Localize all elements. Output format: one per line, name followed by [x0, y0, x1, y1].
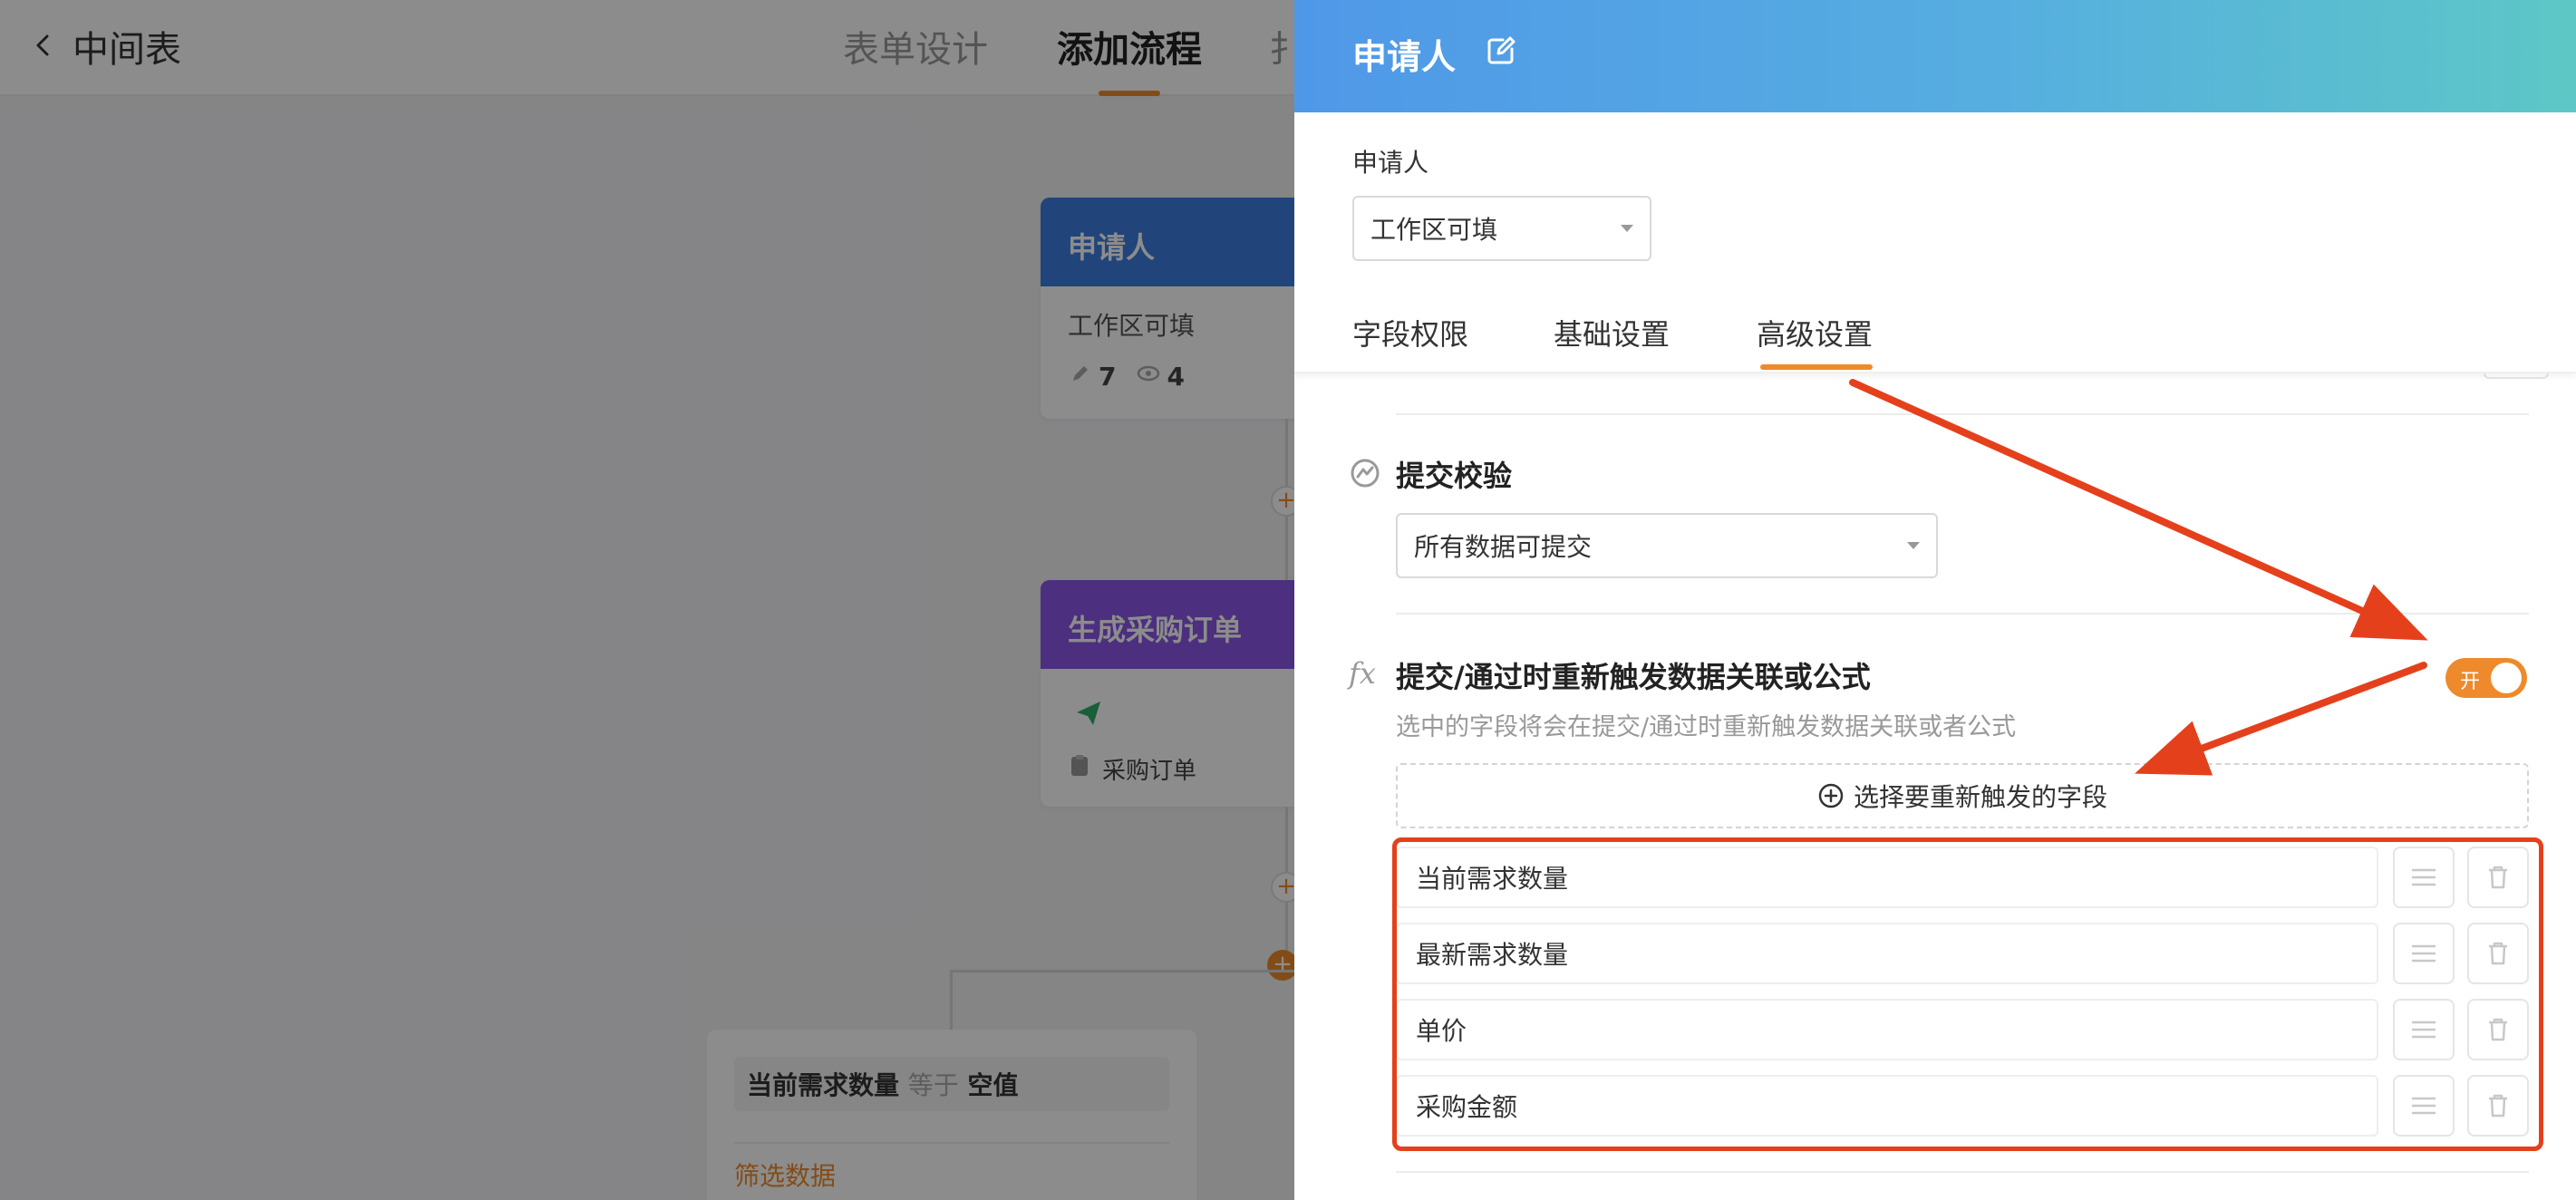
divider [1396, 613, 2529, 615]
drawer-title: 申请人 [1352, 37, 1457, 77]
drag-handle-icon[interactable] [2393, 847, 2455, 908]
drag-handle-icon[interactable] [2393, 923, 2455, 984]
divider [1396, 1171, 2529, 1173]
trash-icon[interactable] [2467, 847, 2529, 908]
retrigger-title: 提交/通过时重新触发数据关联或公式 [1396, 660, 1871, 694]
add-field-label: 选择要重新触发的字段 [1853, 782, 2107, 812]
retrigger-description: 选中的字段将会在提交/通过时重新触发数据关联或者公式 [1396, 713, 2017, 741]
toggle-knob [2491, 663, 2522, 693]
chevron-down-icon [1907, 542, 1920, 549]
submit-validation-value: 所有数据可提交 [1414, 532, 1593, 562]
list-item: 最新需求数量 [1396, 917, 2529, 993]
list-item: 采购金额 [1396, 1069, 2529, 1146]
node-settings-drawer: 申请人 申请人 工作区可填 字段权限 基础设置 高级设置 提交校验 所有数据可提… [1294, 0, 2576, 1200]
retrigger-field-list: 当前需求数量 最新需求数量 单价 采购金额 [1396, 841, 2529, 1146]
modal-overlay[interactable] [0, 0, 1294, 1200]
field-name: 采购金额 [1396, 1075, 2378, 1137]
drawer-tabs: 字段权限 基础设置 高级设置 [1294, 305, 2576, 373]
role-label: 申请人 [1352, 148, 1429, 178]
fx-icon: fx [1349, 656, 1376, 691]
trash-icon[interactable] [2467, 923, 2529, 984]
role-permission-select[interactable]: 工作区可填 [1352, 196, 1651, 261]
field-name: 当前需求数量 [1396, 847, 2378, 908]
validation-icon [1349, 457, 1381, 489]
drawer-header: 申请人 [1294, 0, 2576, 112]
drag-handle-icon[interactable] [2393, 1075, 2455, 1137]
divider [1396, 413, 2529, 415]
trash-icon[interactable] [2467, 999, 2529, 1060]
role-select-value: 工作区可填 [1370, 215, 1498, 245]
retrigger-toggle[interactable]: 开 [2445, 658, 2527, 698]
drag-handle-icon[interactable] [2393, 999, 2455, 1060]
active-tab-indicator [1760, 364, 1873, 370]
list-item: 单价 [1396, 993, 2529, 1069]
chevron-down-icon [1621, 225, 1633, 232]
field-name: 单价 [1396, 999, 2378, 1060]
edit-icon[interactable] [1483, 33, 1519, 69]
list-item: 当前需求数量 [1396, 841, 2529, 917]
tab-advanced-settings[interactable]: 高级设置 [1757, 312, 1873, 353]
toggle-label: 开 [2460, 671, 2481, 693]
trash-icon[interactable] [2467, 1075, 2529, 1137]
submit-validation-title: 提交校验 [1396, 459, 1513, 493]
tab-basic-settings[interactable]: 基础设置 [1554, 312, 1670, 353]
submit-validation-select[interactable]: 所有数据可提交 [1396, 513, 1938, 578]
add-retrigger-field-button[interactable]: 选择要重新触发的字段 [1396, 763, 2529, 828]
tab-field-permissions[interactable]: 字段权限 [1352, 312, 1468, 353]
plus-circle-icon [1817, 782, 1845, 809]
field-name: 最新需求数量 [1396, 923, 2378, 984]
